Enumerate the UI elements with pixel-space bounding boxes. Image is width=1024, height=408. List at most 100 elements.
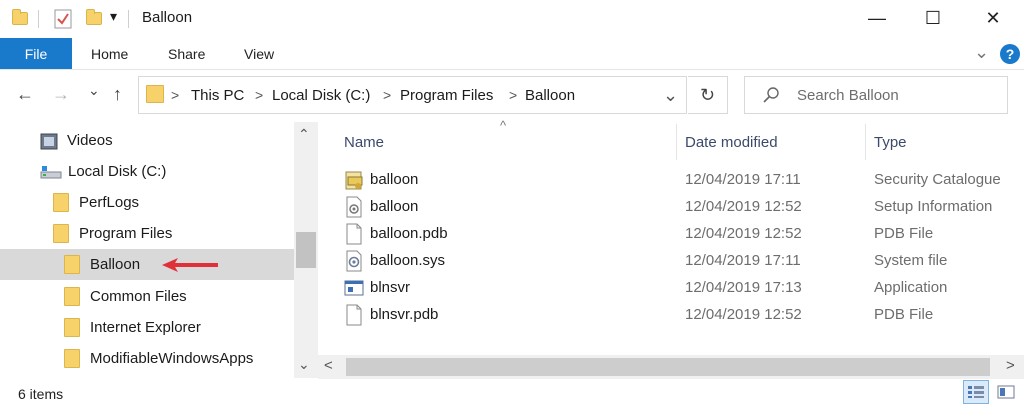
nav-item-videos[interactable]: Videos	[40, 125, 113, 156]
file-name: balloon	[370, 171, 419, 188]
folder-icon	[64, 287, 80, 306]
file-name: blnsvr.pdb	[370, 306, 439, 323]
nav-item-modifiable-windows-apps[interactable]: ModifiableWindowsApps	[64, 343, 253, 374]
file-type: PDB File	[874, 306, 934, 323]
nav-item-common-files[interactable]: Common Files	[64, 281, 187, 312]
file-date: 12/04/2019 17:11	[685, 252, 801, 269]
minimize-button[interactable]: —	[854, 0, 900, 36]
nav-item-perflogs[interactable]: PerfLogs	[53, 187, 139, 218]
nav-item-label: Videos	[67, 132, 113, 149]
status-item-count: 6 items	[18, 386, 64, 402]
file-name: balloon	[370, 198, 419, 215]
maximize-icon: ☐	[924, 7, 942, 28]
file-row[interactable]: blnsvr.pdb 12/04/2019 12:52 PDB File	[330, 301, 1024, 328]
nav-item-balloon[interactable]: Balloon	[0, 249, 294, 280]
new-folder-icon[interactable]	[86, 9, 102, 25]
nav-item-program-files[interactable]: Program Files	[53, 218, 172, 249]
nav-item-local-disk[interactable]: Local Disk (C:)	[40, 156, 166, 187]
file-type: Application	[874, 279, 948, 296]
breadcrumb-this-pc[interactable]: This PC	[191, 77, 244, 113]
scroll-right-icon[interactable]: >	[1006, 357, 1015, 374]
breadcrumb-separator[interactable]: >	[509, 77, 517, 113]
address-bar[interactable]: > This PC > Local Disk (C:) > Program Fi…	[138, 76, 687, 114]
file-row[interactable]: balloon 12/04/2019 12:52 Setup Informati…	[330, 193, 1024, 220]
search-icon	[763, 87, 779, 103]
folder-icon	[53, 193, 69, 212]
back-button[interactable]: ←	[16, 84, 34, 105]
file-row[interactable]: blnsvr 12/04/2019 17:13 Application	[330, 274, 1024, 301]
navigation-pane: Videos Local Disk (C:) PerfLogs Program …	[0, 122, 318, 378]
breadcrumb-balloon[interactable]: Balloon	[525, 77, 575, 113]
address-dropdown-icon[interactable]: ⌄	[663, 77, 678, 113]
search-box[interactable]: Search Balloon	[744, 76, 1008, 114]
file-row[interactable]: balloon.sys 12/04/2019 17:11 System file	[330, 247, 1024, 274]
breadcrumb-separator[interactable]: >	[171, 77, 179, 113]
breadcrumb-program-files[interactable]: Program Files	[400, 77, 493, 113]
file-type: System file	[874, 252, 948, 269]
tab-share[interactable]: Share	[168, 38, 205, 69]
folder-icon	[146, 85, 164, 103]
file-row[interactable]: balloon.pdb 12/04/2019 12:52 PDB File	[330, 220, 1024, 247]
title-bar: ▾ Balloon — ☐ ✕	[0, 0, 1024, 38]
recent-locations-button[interactable]: ⌄	[88, 82, 100, 99]
tab-file[interactable]: File	[0, 38, 72, 69]
file-name: blnsvr	[370, 279, 411, 296]
file-date: 12/04/2019 12:52	[685, 225, 802, 242]
window-title: Balloon	[142, 9, 193, 26]
close-button[interactable]: ✕	[970, 0, 1016, 36]
details-view-button[interactable]	[963, 380, 989, 404]
breadcrumb-local-disk[interactable]: Local Disk (C:)	[272, 77, 370, 113]
breadcrumb-separator[interactable]: >	[383, 77, 391, 113]
security-catalog-icon	[345, 171, 363, 190]
tab-view[interactable]: View	[244, 38, 274, 69]
folder-icon	[12, 9, 28, 25]
column-header-date-modified[interactable]: Date modified	[685, 124, 778, 160]
sort-ascending-icon: ^	[500, 118, 507, 133]
file-name: balloon.pdb	[370, 225, 448, 242]
maximize-button[interactable]: ☐	[910, 0, 956, 36]
file-type: PDB File	[874, 225, 934, 242]
refresh-button[interactable]: ↻	[688, 76, 728, 114]
breadcrumb-separator[interactable]: >	[255, 77, 263, 113]
column-divider[interactable]	[865, 124, 866, 160]
nav-item-label: ModifiableWindowsApps	[90, 350, 254, 367]
file-name: balloon.sys	[370, 252, 446, 269]
help-icon[interactable]: ?	[1000, 44, 1020, 64]
content-scroll-thumb[interactable]	[346, 358, 990, 376]
minimize-icon: —	[868, 7, 886, 28]
scroll-down-icon[interactable]: ⌄	[298, 356, 310, 373]
scroll-left-icon[interactable]: <	[324, 357, 333, 374]
search-input[interactable]: Search Balloon	[797, 77, 899, 113]
videos-icon	[40, 133, 58, 149]
properties-icon[interactable]	[54, 9, 72, 29]
customize-toolbar-icon[interactable]: ▾	[110, 8, 117, 25]
column-divider[interactable]	[676, 124, 677, 160]
nav-item-label: Internet Explorer	[90, 319, 201, 336]
large-icons-view-button[interactable]	[993, 380, 1019, 404]
nav-item-label: Local Disk (C:)	[68, 163, 167, 180]
document-icon	[346, 304, 362, 326]
folder-icon	[53, 224, 69, 243]
tab-home[interactable]: Home	[91, 38, 128, 69]
divider	[128, 10, 129, 28]
system-file-icon	[346, 250, 362, 272]
file-row[interactable]: balloon 12/04/2019 17:11 Security Catalo…	[330, 166, 1024, 193]
file-date: 12/04/2019 17:13	[685, 279, 802, 296]
column-header-type[interactable]: Type	[874, 124, 907, 160]
up-button[interactable]: ↑	[113, 84, 122, 105]
details-view-icon	[968, 386, 984, 398]
nav-item-label: PerfLogs	[79, 194, 140, 211]
navpane-scroll-thumb[interactable]	[296, 232, 316, 268]
folder-icon	[64, 318, 80, 337]
scroll-up-icon[interactable]: ⌃	[298, 126, 310, 143]
expand-ribbon-icon[interactable]: ⌄	[974, 42, 989, 63]
nav-item-internet-explorer[interactable]: Internet Explorer	[64, 312, 201, 343]
forward-button[interactable]: →	[52, 84, 70, 105]
folder-icon	[64, 255, 80, 274]
column-header-name[interactable]: Name	[344, 124, 384, 160]
large-icons-view-icon	[997, 385, 1015, 399]
nav-item-label: Program Files	[79, 225, 173, 242]
document-icon	[346, 223, 362, 245]
nav-item-label: Common Files	[90, 288, 187, 305]
file-date: 12/04/2019 12:52	[685, 198, 802, 215]
